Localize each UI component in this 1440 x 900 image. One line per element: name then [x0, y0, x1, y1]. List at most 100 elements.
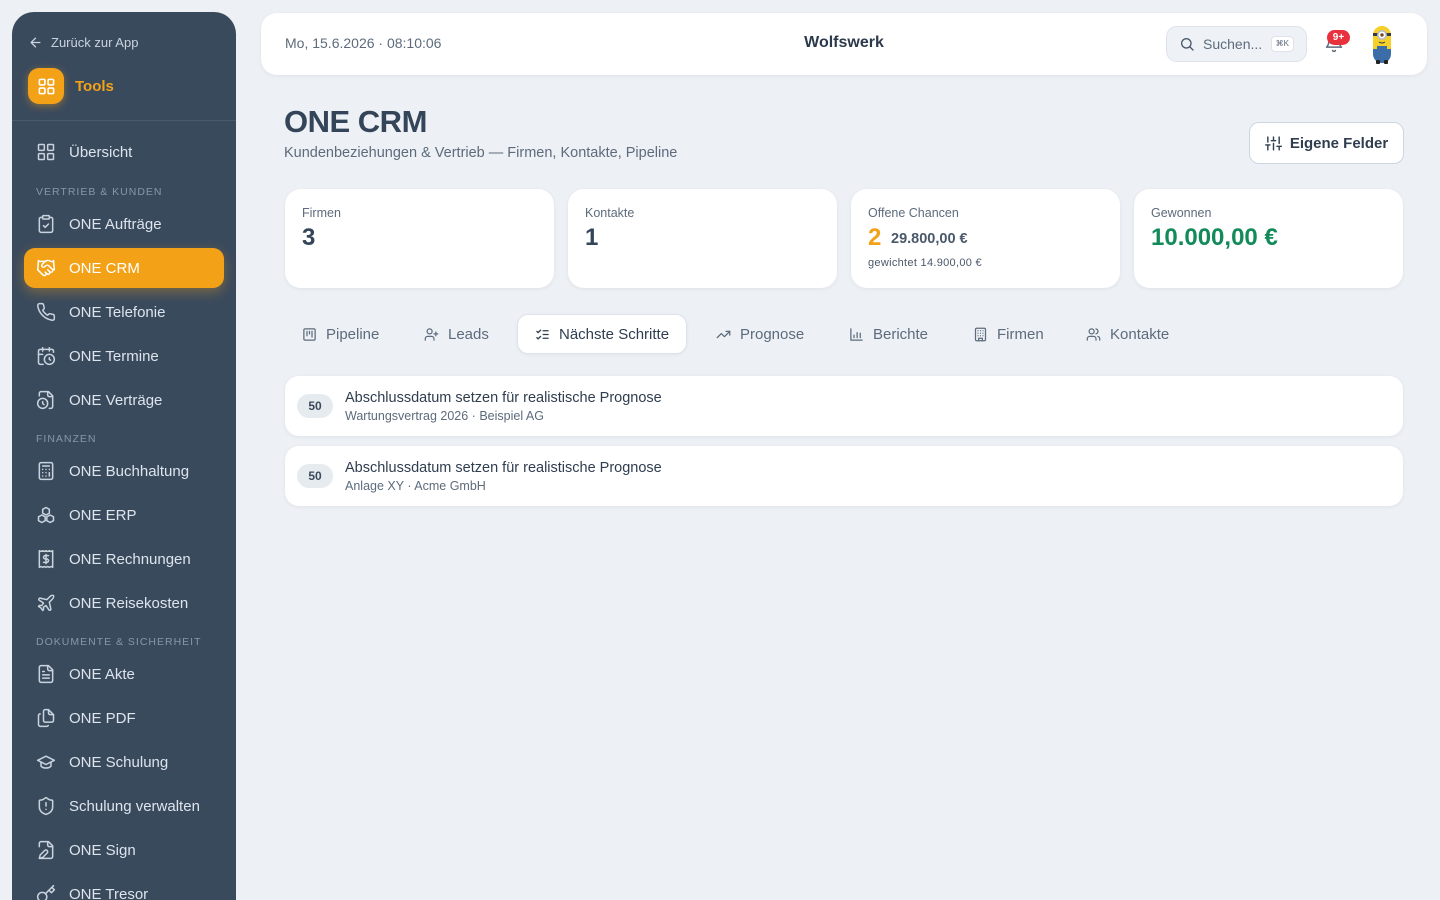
tab-label: Prognose	[740, 325, 805, 343]
boxes-icon	[37, 506, 55, 524]
grid-icon	[37, 143, 55, 161]
building-icon	[974, 327, 987, 341]
calendar-clock-icon	[37, 346, 56, 366]
sidebar-item-label: ONE Akte	[69, 665, 135, 683]
stat-card-open-opportunities: Offene Chancen 2 29.800,00 € gewichtet 1…	[851, 189, 1120, 288]
tab-leads[interactable]: Leads	[407, 314, 506, 354]
stat-value: 3	[302, 224, 316, 251]
sidebar-section-sales: VERTRIEB & KUNDEN	[36, 186, 163, 198]
list-checks-icon	[536, 329, 549, 339]
sidebar-item-tresor[interactable]: ONE Tresor	[24, 874, 224, 900]
stat-label: Gewonnen	[1151, 206, 1212, 220]
next-step-meta: Wartungsvertrag 2026 · Beispiel AG	[345, 409, 544, 423]
tab-label: Kontakte	[1110, 325, 1170, 343]
stat-value: 10.000,00 €	[1151, 224, 1278, 251]
bar-chart-icon	[850, 327, 863, 341]
sidebar-item-auftraege[interactable]: ONE Aufträge	[24, 204, 224, 244]
next-step-title: Abschlussdatum setzen für realistische P…	[345, 460, 662, 476]
tab-label: Firmen	[997, 325, 1044, 343]
sidebar-item-buchhaltung[interactable]: ONE Buchhaltung	[24, 451, 224, 491]
back-to-app-link[interactable]: Zurück zur App	[28, 32, 138, 52]
sidebar-item-akte[interactable]: ONE Akte	[24, 654, 224, 694]
sidebar-item-schulung-verwalten[interactable]: Schulung verwalten	[24, 786, 224, 826]
file-clock-icon	[36, 390, 54, 410]
sidebar-item-label: ONE CRM	[69, 259, 140, 277]
sidebar: Zurück zur App Tools Übersicht VERTRIEB …	[12, 12, 236, 900]
minion-avatar-icon	[1373, 26, 1391, 64]
sidebar-item-label: ONE ERP	[69, 506, 137, 524]
arrow-left-icon	[30, 37, 41, 47]
tab-companies[interactable]: Firmen	[956, 314, 1061, 354]
stat-amount: 29.800,00 €	[891, 231, 968, 247]
stat-value: 2	[868, 224, 882, 251]
sidebar-item-erp[interactable]: ONE ERP	[24, 495, 224, 535]
stat-card-companies: Firmen 3	[285, 189, 554, 288]
sidebar-item-label: ONE PDF	[69, 709, 136, 727]
tab-label: Berichte	[873, 325, 929, 343]
notification-count-badge: 9+	[1327, 30, 1350, 45]
shield-icon	[38, 796, 54, 816]
sidebar-item-reisekosten[interactable]: ONE Reisekosten	[24, 583, 224, 623]
custom-fields-label: Eigene Felder	[1289, 134, 1389, 152]
tab-label: Nächste Schritte	[559, 325, 670, 343]
sidebar-item-telefonie[interactable]: ONE Telefonie	[24, 292, 224, 332]
sidebar-item-overview[interactable]: Übersicht	[24, 132, 224, 172]
tab-pipeline[interactable]: Pipeline	[285, 314, 396, 354]
users-icon	[1086, 327, 1101, 341]
custom-fields-button[interactable]: Eigene Felder	[1249, 122, 1404, 164]
handshake-icon	[36, 259, 56, 277]
stat-card-contacts: Kontakte 1	[568, 189, 837, 288]
sidebar-item-label: Schulung verwalten	[69, 797, 200, 815]
sidebar-item-sign[interactable]: ONE Sign	[24, 830, 224, 870]
sidebar-item-crm[interactable]: ONE CRM	[24, 248, 224, 288]
receipt-dollar-icon	[38, 549, 54, 569]
user-avatar[interactable]	[1367, 22, 1397, 66]
calculator-icon	[38, 461, 54, 481]
sidebar-item-label: ONE Tresor	[69, 885, 149, 900]
page-title: ONE CRM	[284, 104, 427, 139]
search-icon	[1181, 38, 1194, 51]
tab-next-steps[interactable]: Nächste Schritte	[517, 314, 688, 354]
user-plus-icon	[424, 327, 439, 341]
tab-label: Pipeline	[326, 325, 380, 343]
score-badge: 50	[297, 464, 333, 488]
sidebar-item-label: ONE Buchhaltung	[69, 462, 190, 480]
tab-label: Leads	[448, 325, 489, 343]
stat-value: 1	[585, 224, 599, 251]
tab-contacts[interactable]: Kontakte	[1069, 314, 1186, 354]
sidebar-item-termine[interactable]: ONE Termine	[24, 336, 224, 376]
sidebar-item-label: ONE Reisekosten	[69, 594, 189, 612]
sliders-icon	[1264, 135, 1282, 151]
sidebar-item-label: Übersicht	[69, 143, 133, 161]
stat-label: Kontakte	[585, 206, 635, 220]
back-to-app-label: Zurück zur App	[51, 34, 139, 50]
list-item[interactable]: 50 Abschlussdatum setzen für realistisch…	[285, 376, 1403, 436]
stat-label: Offene Chancen	[868, 206, 959, 220]
plane-icon	[37, 594, 55, 612]
tab-reports[interactable]: Berichte	[832, 314, 945, 354]
stat-label: Firmen	[302, 206, 341, 220]
file-text-icon	[38, 664, 54, 684]
tools-label: Tools	[75, 77, 114, 95]
sidebar-item-rechnungen[interactable]: ONE Rechnungen	[24, 539, 224, 579]
file-signature-icon	[38, 840, 54, 860]
next-step-title: Abschlussdatum setzen für realistische P…	[345, 390, 662, 406]
sidebar-item-label: ONE Aufträge	[69, 215, 162, 233]
sidebar-section-docs: DOKUMENTE & SICHERHEIT	[36, 636, 202, 648]
clipboard-check-icon	[38, 214, 54, 234]
search-input[interactable]: Suchen... ⌘K	[1166, 26, 1307, 62]
files-icon	[37, 708, 55, 728]
tools-header[interactable]: Tools	[28, 68, 114, 104]
tab-forecast[interactable]: Prognose	[699, 314, 821, 354]
grid-icon	[28, 68, 64, 104]
stat-weighted-note: gewichtet 14.900,00 €	[868, 257, 982, 269]
list-item[interactable]: 50 Abschlussdatum setzen für realistisch…	[285, 446, 1403, 506]
phone-icon	[37, 302, 56, 321]
stat-card-won: Gewonnen 10.000,00 €	[1134, 189, 1403, 288]
sidebar-item-pdf[interactable]: ONE PDF	[24, 698, 224, 738]
key-icon	[36, 884, 56, 900]
sidebar-item-schulung[interactable]: ONE Schulung	[24, 742, 224, 782]
kanban-icon	[303, 327, 316, 341]
sidebar-item-vertraege[interactable]: ONE Verträge	[24, 380, 224, 420]
sidebar-item-label: ONE Schulung	[69, 753, 169, 771]
